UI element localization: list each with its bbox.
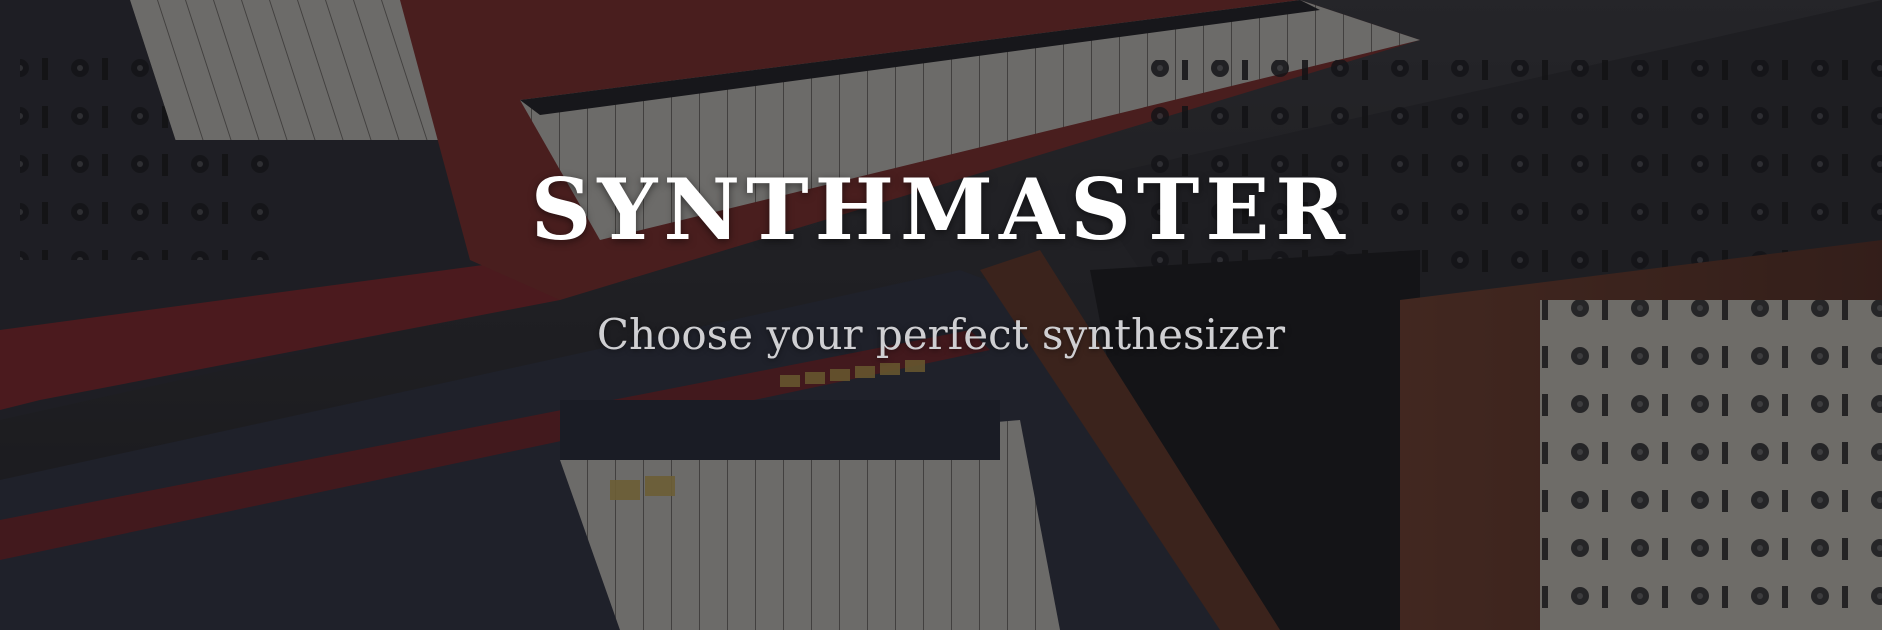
page-subtitle: Choose your perfect synthesizer (596, 310, 1286, 359)
page-title: SYNTHMASTER (530, 160, 1352, 259)
hero-banner: SYNTHMASTER Choose your perfect synthesi… (0, 0, 1882, 630)
hero-content: SYNTHMASTER Choose your perfect synthesi… (0, 0, 1882, 630)
